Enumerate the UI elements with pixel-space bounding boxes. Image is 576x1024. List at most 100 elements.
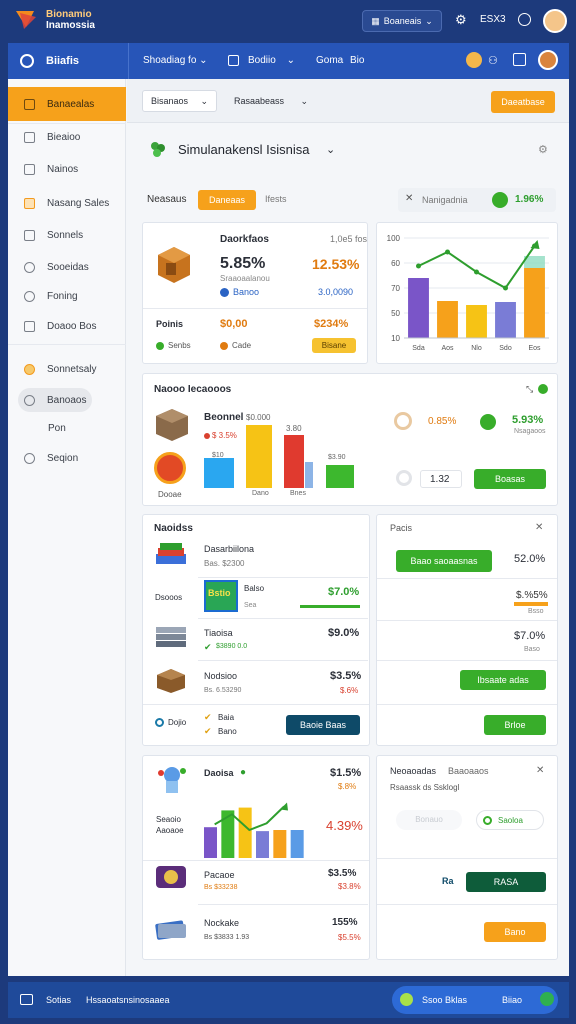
settings-icon[interactable]: ⚙ xyxy=(455,12,467,28)
side-panel-v3b: Baso xyxy=(524,646,540,653)
sidebar-item-3[interactable]: Nasang Sales xyxy=(24,192,109,214)
side-panel-button-1[interactable]: Baao saoaasnas xyxy=(396,550,492,572)
search-status-icon xyxy=(492,192,508,208)
check-circle-icon xyxy=(538,384,548,394)
chart-bar xyxy=(524,268,545,338)
settings-button-1[interactable]: RASA xyxy=(466,872,546,892)
footer-status-pill[interactable] xyxy=(392,986,558,1014)
sidebar-item-9[interactable]: Banoaos xyxy=(24,389,86,411)
side-panel-button-3[interactable]: Brloe xyxy=(484,715,546,735)
primary-action-button[interactable]: Daeatbase xyxy=(491,91,555,113)
check-icon: ✔ xyxy=(204,642,212,652)
mini-bar xyxy=(204,827,217,858)
workspace-selector[interactable]: ▦ Boaneais ⌄ xyxy=(362,10,442,32)
tab-other[interactable]: Ifests xyxy=(265,194,287,204)
inventory-right-pct1: 0.85% xyxy=(428,416,457,427)
kpi-heading: Daorkfaos xyxy=(220,234,269,245)
inventory-heading: Naooo Iecaooos xyxy=(154,384,232,395)
settings-sub: Rsaassk ds Ssklogl xyxy=(390,783,460,792)
search-input[interactable]: Nanigadnia xyxy=(422,195,468,205)
brand-icon xyxy=(20,54,34,68)
tab-active[interactable]: Daneaas xyxy=(198,190,256,210)
orders-heading: Naoidss xyxy=(154,523,193,534)
footer-status-2: Biiao xyxy=(502,995,523,1005)
products-top-title: Daoisa xyxy=(204,768,234,778)
sidebar-item-1[interactable]: Bieaioo xyxy=(24,126,80,148)
calendar-icon[interactable] xyxy=(513,53,526,66)
refresh-icon[interactable] xyxy=(396,470,412,486)
sidebar-item-7[interactable]: Doaoo Bos xyxy=(24,315,96,337)
nav-bar: Biiafis Shoadiag fo ⌄ Bodiio ⌄ Goma Bio … xyxy=(8,43,569,79)
orders-footer-button[interactable]: Baoie Baas xyxy=(286,715,360,735)
stack-icon xyxy=(154,542,188,568)
chevron-down-icon[interactable]: ⌄ xyxy=(326,143,335,156)
grid-icon: ▦ xyxy=(371,15,380,26)
inventory-stat1: $ 3.5% xyxy=(212,431,237,440)
people-icon[interactable]: ⚇ xyxy=(488,54,498,67)
chart-point xyxy=(474,269,479,275)
status-icon xyxy=(220,342,228,350)
box-icon xyxy=(24,320,35,332)
sidebar-item-10[interactable]: Pon xyxy=(48,417,66,439)
chevron-down-icon: ⌄ xyxy=(200,95,208,106)
arrow-up-icon xyxy=(530,240,540,249)
chat-icon[interactable] xyxy=(540,992,554,1006)
products-row-0-title: Pacaoe xyxy=(204,870,235,880)
inventory-right-val: 1.32 xyxy=(430,474,450,485)
sidebar-item-4[interactable]: Sonnels xyxy=(24,224,83,246)
avatar[interactable] xyxy=(543,9,567,33)
side-panel-v2-bar xyxy=(514,602,548,606)
settings-toggle[interactable]: Saoloa xyxy=(476,810,544,830)
nav-menu-1[interactable]: Shoadiag fo ⌄ xyxy=(143,55,208,66)
inventory-right-button[interactable]: Boasas xyxy=(474,469,546,489)
mini-bar xyxy=(256,831,269,858)
chevron-down-icon: ⌄ xyxy=(425,15,433,26)
settings-icon[interactable]: ⚙ xyxy=(538,143,548,156)
sidebar-item-8[interactable]: Sonnetsaly xyxy=(24,358,96,380)
app-title: Bionamio Inamossia xyxy=(46,9,95,31)
check-icon: ✔ xyxy=(204,712,212,722)
mini-bar xyxy=(273,830,287,858)
bar-red xyxy=(284,435,304,488)
kpi-row3-b: Cade xyxy=(232,341,252,350)
close-icon[interactable]: ✕ xyxy=(405,193,413,204)
products-row-0-value2: $3.8% xyxy=(338,882,361,891)
info-icon xyxy=(155,718,164,727)
filter-dropdown-1[interactable]: Bisanaos ⌄ xyxy=(142,90,217,112)
sidebar-item-11[interactable]: Seqion xyxy=(24,447,78,469)
sidebar-item-5[interactable]: Sooeidas xyxy=(24,256,89,278)
sale-badge-icon xyxy=(154,452,186,484)
kpi-button[interactable]: Bisane xyxy=(312,338,356,353)
sales-icon xyxy=(24,197,35,209)
team-icon[interactable] xyxy=(466,52,482,68)
order-row-1-value: $7.0% xyxy=(328,586,360,598)
y-tick-label: 50 xyxy=(391,309,400,318)
nav-menu-4[interactable]: Bio xyxy=(350,55,364,66)
order-row-3-sub: Bs. 6.53290 xyxy=(204,687,242,694)
chart-line xyxy=(418,245,536,290)
chart-point xyxy=(503,285,508,291)
sidebar-item-0[interactable]: Banaealas xyxy=(24,93,94,115)
servers-icon xyxy=(154,625,188,649)
nav-menu-2[interactable]: Bodiio ⌄ xyxy=(248,55,295,66)
footer-icon-text: Sotias xyxy=(46,995,72,1005)
order-row-3-value: $3.5% xyxy=(330,670,362,682)
sidebar-item-6[interactable]: Foning xyxy=(24,285,78,307)
close-icon[interactable]: ✕ xyxy=(535,522,543,533)
clock-icon[interactable] xyxy=(518,13,531,26)
filter-dropdown-2[interactable]: Rasaabeass ⌄ xyxy=(226,90,316,112)
cards-icon xyxy=(154,916,188,942)
nav-menu-3[interactable]: Goma xyxy=(316,55,343,66)
check-icon: ✔ xyxy=(204,726,212,736)
code-label[interactable]: ESX3 xyxy=(480,14,506,25)
side-panel-button-2[interactable]: Ibsaate adas xyxy=(460,670,546,690)
user-avatar[interactable] xyxy=(538,50,558,70)
mini-bar xyxy=(290,830,304,858)
kpi-main-change: 12.53% xyxy=(312,256,360,272)
collapse-icon[interactable]: ⤡ xyxy=(526,384,533,395)
sidebar-item-2[interactable]: Nainos xyxy=(24,158,78,180)
kpi-sub-link[interactable]: Banoo xyxy=(233,287,259,297)
settings-button-2[interactable]: Bano xyxy=(484,922,546,942)
settings-ghost-button[interactable]: Bonauo xyxy=(396,810,462,830)
close-icon[interactable]: ✕ xyxy=(536,765,544,776)
